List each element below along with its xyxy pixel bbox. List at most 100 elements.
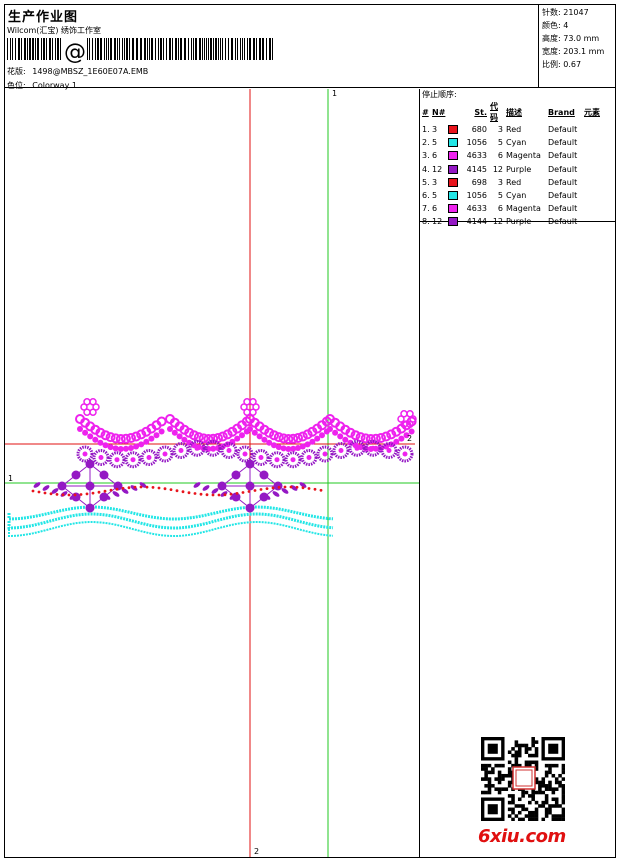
design-height: 高度: 73.0 mm (542, 34, 600, 43)
row-color-swatch (448, 202, 462, 215)
design-preview-canvas: 1 2 1 2 (5, 89, 420, 857)
table-row: 4. 12 4145 12 Purple Default (420, 163, 616, 176)
row-stitches: 4144 (466, 217, 487, 227)
row-code: 3 (497, 125, 503, 135)
row-element (584, 149, 616, 162)
col-header-stitches: St. (474, 107, 487, 117)
design-stats-panel: 针数: 21047 颜色: 4 高度: 73.0 mm 宽度: 203.1 mm… (539, 4, 616, 88)
color-swatch (448, 138, 458, 148)
table-row: 2. 5 1056 5 Cyan Default (420, 136, 616, 149)
row-color-swatch (448, 215, 462, 228)
color-swatch (448, 191, 458, 201)
row-code: 6 (497, 204, 503, 214)
design-file-row: 花版: 1498@MBSZ_1E60E07A.EMB (7, 66, 148, 77)
company-name: Wilcom(汇宝) 绣饰工作室 (7, 26, 102, 35)
table-row: 6. 5 1056 5 Cyan Default (420, 189, 616, 202)
table-row: 3. 6 4633 6 Magenta Default (420, 149, 616, 162)
row-needle: 3 (432, 177, 438, 187)
svg-text:@: @ (64, 40, 86, 64)
col-header-swatch (448, 101, 462, 123)
design-width: 宽度: 203.1 mm (542, 47, 605, 56)
stop-sequence-title: 停止顺序: (422, 90, 457, 99)
row-brand: Default (548, 164, 578, 174)
row-code: 6 (497, 151, 503, 161)
color-swatch (448, 151, 458, 161)
row-index: 3. (422, 151, 430, 161)
row-brand: Default (548, 191, 578, 201)
row-needle: 5 (432, 191, 438, 201)
embroidery-preview (5, 89, 419, 857)
row-element (584, 163, 616, 176)
col-header-brand: Brand (548, 107, 575, 117)
row-element (584, 215, 616, 228)
row-code: 3 (497, 177, 503, 187)
row-index: 5. (422, 177, 430, 187)
row-stitches: 1056 (466, 191, 487, 201)
row-stitches: 4633 (466, 204, 487, 214)
green-guide-left-label: 1 (8, 474, 14, 483)
row-color-swatch (448, 163, 462, 176)
green-guide-top-label: 1 (332, 89, 338, 98)
row-code: 5 (497, 138, 503, 148)
design-filename: 1498@MBSZ_1E60E07A.EMB (32, 67, 149, 76)
stop-sequence-table: # N# St. 代码 描述 Brand 元素 1. 3 680 3 Red Defaul… (420, 101, 616, 229)
stitch-count: 针数: 21047 (542, 8, 589, 17)
table-row: 1. 3 680 3 Red Default (420, 123, 616, 136)
table-header-row: # N# St. 代码 描述 Brand 元素 (420, 101, 616, 123)
row-brand: Default (548, 204, 578, 214)
row-description: Cyan (506, 138, 527, 148)
row-needle: 12 (432, 164, 443, 174)
table-row: 8. 12 4144 12 Purple Default (420, 215, 616, 228)
col-header-needle: N# (432, 107, 446, 117)
red-guide-bottom-label: 2 (254, 847, 260, 856)
row-description: Magenta (506, 204, 541, 214)
row-code: 12 (492, 164, 503, 174)
row-index: 6. (422, 191, 430, 201)
row-element (584, 136, 616, 149)
row-color-swatch (448, 136, 462, 149)
stop-sequence-panel: 停止顺序: # N# St. 代码 描述 Brand 元素 1. 3 680 3 Red… (420, 89, 616, 227)
row-description: Cyan (506, 191, 527, 201)
row-description: Red (506, 177, 522, 187)
row-element (584, 176, 616, 189)
row-element (584, 189, 616, 202)
row-index: 2. (422, 138, 430, 148)
row-stitches: 680 (471, 125, 487, 135)
row-element (584, 202, 616, 215)
design-label: 花版: (7, 67, 26, 76)
table-row: 5. 3 698 3 Red Default (420, 176, 616, 189)
row-brand: Default (548, 125, 578, 135)
row-color-swatch (448, 123, 462, 136)
row-index: 8. (422, 217, 430, 227)
row-color-swatch (448, 149, 462, 162)
col-header-description: 描述 (506, 107, 522, 117)
row-needle: 3 (432, 125, 438, 135)
qr-code (481, 737, 565, 821)
site-watermark: 6xiu.com (478, 826, 566, 847)
row-brand: Default (548, 151, 578, 161)
row-code: 12 (492, 217, 503, 227)
row-description: Red (506, 125, 522, 135)
color-count: 颜色: 4 (542, 21, 569, 30)
row-index: 1. (422, 125, 430, 135)
row-brand: Default (548, 217, 578, 227)
row-brand: Default (548, 138, 578, 148)
row-needle: 5 (432, 138, 438, 148)
row-description: Purple (506, 217, 532, 227)
red-guide-right-label: 2 (407, 434, 413, 443)
row-needle: 6 (432, 204, 438, 214)
barcode: @ (7, 38, 273, 64)
row-index: 4. (422, 164, 430, 174)
row-stitches: 4145 (466, 164, 487, 174)
row-code: 5 (497, 191, 503, 201)
row-description: Purple (506, 164, 532, 174)
page-title: 生产作业图 (8, 10, 79, 25)
row-description: Magenta (506, 151, 541, 161)
col-header-element: 元素 (584, 107, 600, 117)
row-stitches: 1056 (466, 138, 487, 148)
color-swatch (448, 204, 458, 214)
row-color-swatch (448, 189, 462, 202)
col-header-index: # (422, 107, 429, 117)
color-swatch (448, 164, 458, 174)
row-stitches: 4633 (466, 151, 487, 161)
